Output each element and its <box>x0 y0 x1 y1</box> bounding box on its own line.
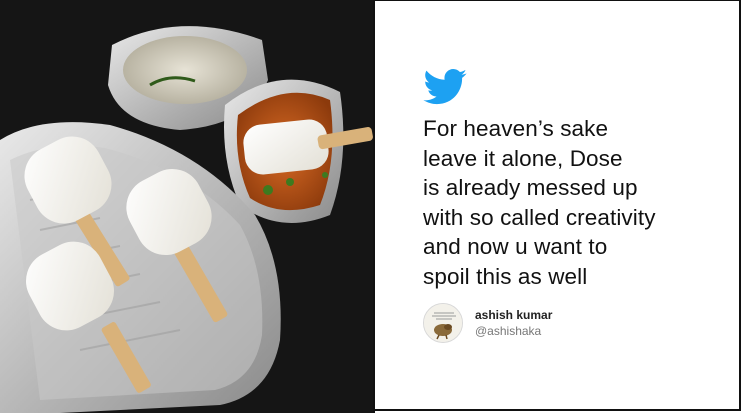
author-name[interactable]: ashish kumar <box>475 308 552 322</box>
tweet-line: spoil this as well <box>423 263 588 289</box>
twitter-bird-icon <box>423 69 467 105</box>
tweet-line: leave it alone, Dose <box>423 145 623 171</box>
tweet-text: For heaven’s sake leave it alone, Dose i… <box>423 114 733 291</box>
tweet-line: with so called creativity <box>423 204 656 230</box>
tweet-author[interactable]: ashish kumar @ashishaka <box>423 303 683 343</box>
avatar-image[interactable] <box>423 303 463 343</box>
avatar-illustration <box>424 304 462 342</box>
food-photo <box>0 0 373 413</box>
tweet-line: and now u want to <box>423 234 608 259</box>
author-handle[interactable]: @ashishaka <box>475 324 541 338</box>
idli-popsicles-photo <box>0 0 373 413</box>
tweet-line: For heaven’s sake <box>423 116 609 141</box>
tweet-line: is already messed up <box>423 175 638 200</box>
tweet-card: For heaven’s sake leave it alone, Dose i… <box>375 0 741 411</box>
